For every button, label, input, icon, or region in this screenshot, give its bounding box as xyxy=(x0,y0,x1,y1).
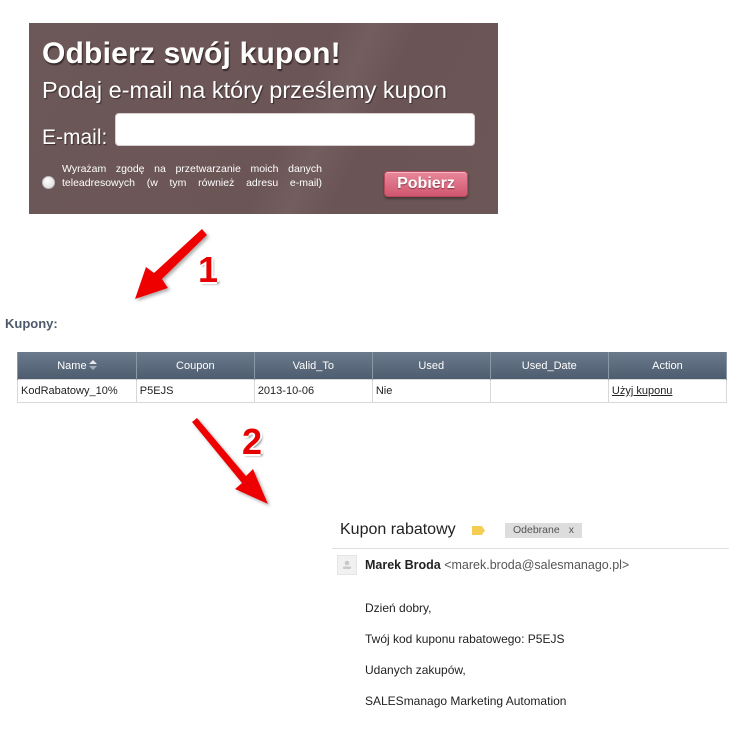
form-title: Odbierz swój kupon! xyxy=(42,37,341,70)
pobierz-button[interactable]: Pobierz xyxy=(384,171,468,197)
coupon-form: Odbierz swój kupon! Podaj e-mail na któr… xyxy=(29,23,498,214)
form-subtitle: Podaj e-mail na który prześlemy kupon xyxy=(42,77,447,103)
column-label: Name xyxy=(57,359,87,372)
arrow-2-icon xyxy=(192,418,268,504)
cell-valid-to: 2013-10-06 xyxy=(253,379,373,403)
body-line: Twój kod kuponu rabatowego: P5EJS xyxy=(365,632,565,646)
body-line: SALESmanago Marketing Automation xyxy=(365,694,567,708)
sender-name: Marek Broda xyxy=(365,558,441,572)
inbox-tag-label: Odebrane xyxy=(513,524,560,536)
column-header-name[interactable]: Name xyxy=(17,352,137,380)
cell-coupon: P5EJS xyxy=(135,379,255,403)
email-body: Dzień dobry, Twój kod kuponu rabatowego:… xyxy=(365,600,566,724)
step-2-label: 2 xyxy=(242,421,263,462)
cell-action: Użyj kuponu xyxy=(607,379,728,403)
email-input[interactable] xyxy=(115,113,475,146)
cell-used-date xyxy=(489,379,609,403)
email-subject: Kupon rabatowy xyxy=(340,521,456,538)
use-coupon-link[interactable]: Użyj kuponu xyxy=(612,385,673,397)
sender: Marek Broda <marek.broda@salesmanago.pl> xyxy=(365,558,629,572)
body-line: Dzień dobry, xyxy=(365,601,432,615)
avatar xyxy=(337,555,357,575)
column-header-used: Used xyxy=(371,352,491,380)
consent-text: Wyrażam zgodę na przetwarzanie moich dan… xyxy=(62,163,322,189)
cell-used: Nie xyxy=(371,379,491,403)
table-row: KodRabatowy_10% P5EJS 2013-10-06 Nie Uży… xyxy=(17,379,728,403)
coupons-label: Kupony: xyxy=(5,316,58,331)
column-header-valid-to: Valid_To xyxy=(253,352,373,380)
column-header-used-date: Used_Date xyxy=(489,352,609,380)
consent-radio[interactable] xyxy=(42,176,55,189)
column-header-action: Action xyxy=(607,352,728,380)
sort-icon[interactable] xyxy=(88,359,97,370)
email-label: E-mail: xyxy=(42,126,108,149)
sender-email: <marek.broda@salesmanago.pl> xyxy=(444,558,630,572)
step-1-label: 1 xyxy=(198,249,219,290)
label-tag-icon[interactable] xyxy=(472,526,485,535)
person-icon xyxy=(343,560,351,569)
column-header-coupon: Coupon xyxy=(135,352,255,380)
coupons-table: Name Coupon Valid_To Used Used_Date Acti… xyxy=(17,352,728,403)
cell-name: KodRabatowy_10% xyxy=(17,379,137,403)
body-line: Udanych zakupów, xyxy=(365,663,466,677)
remove-tag-icon[interactable]: x xyxy=(569,524,574,536)
table-header-row: Name Coupon Valid_To Used Used_Date Acti… xyxy=(17,352,728,380)
inbox-tag[interactable]: Odebrane x xyxy=(505,523,582,538)
divider xyxy=(332,548,729,549)
